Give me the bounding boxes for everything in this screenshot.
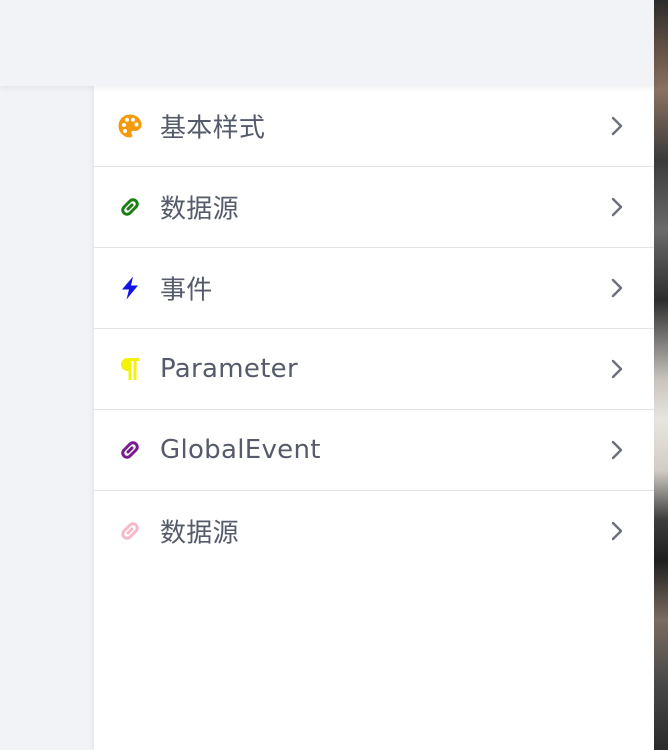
menu-item-label: 基本样式	[160, 113, 266, 144]
menu-item-events[interactable]: 事件	[94, 248, 654, 329]
settings-panel: 基本样式 数据源 事件 Parameter GlobalEvent 数据源	[94, 86, 654, 750]
menu-item-label: 数据源	[160, 518, 239, 549]
menu-item-label: Parameter	[160, 354, 298, 384]
background-image-strip	[654, 0, 668, 750]
page: 基本样式 数据源 事件 Parameter GlobalEvent 数据源	[0, 0, 668, 750]
chevron-right-icon	[611, 197, 623, 217]
link-icon	[117, 437, 143, 463]
chevron-right-icon	[611, 278, 623, 298]
menu-item-data-source-2[interactable]: 数据源	[94, 491, 654, 571]
menu-item-label: GlobalEvent	[160, 435, 321, 465]
left-gutter	[0, 86, 94, 750]
menu-item-global-event[interactable]: GlobalEvent	[94, 410, 654, 491]
chevron-right-icon	[611, 359, 623, 379]
chevron-right-icon	[611, 440, 623, 460]
lightning-bolt-icon	[117, 275, 143, 301]
menu-item-data-source[interactable]: 数据源	[94, 167, 654, 248]
link-icon	[117, 518, 143, 544]
menu-item-parameter[interactable]: Parameter	[94, 329, 654, 410]
chevron-right-icon	[611, 116, 623, 136]
menu-list: 基本样式 数据源 事件 Parameter GlobalEvent 数据源	[94, 86, 654, 571]
paragraph-icon	[117, 356, 143, 382]
menu-item-label: 事件	[160, 275, 213, 306]
link-icon	[117, 194, 143, 220]
palette-icon	[117, 113, 143, 139]
menu-item-basic-style[interactable]: 基本样式	[94, 86, 654, 167]
top-bar	[0, 0, 654, 86]
menu-item-label: 数据源	[160, 194, 239, 225]
chevron-right-icon	[611, 521, 623, 541]
